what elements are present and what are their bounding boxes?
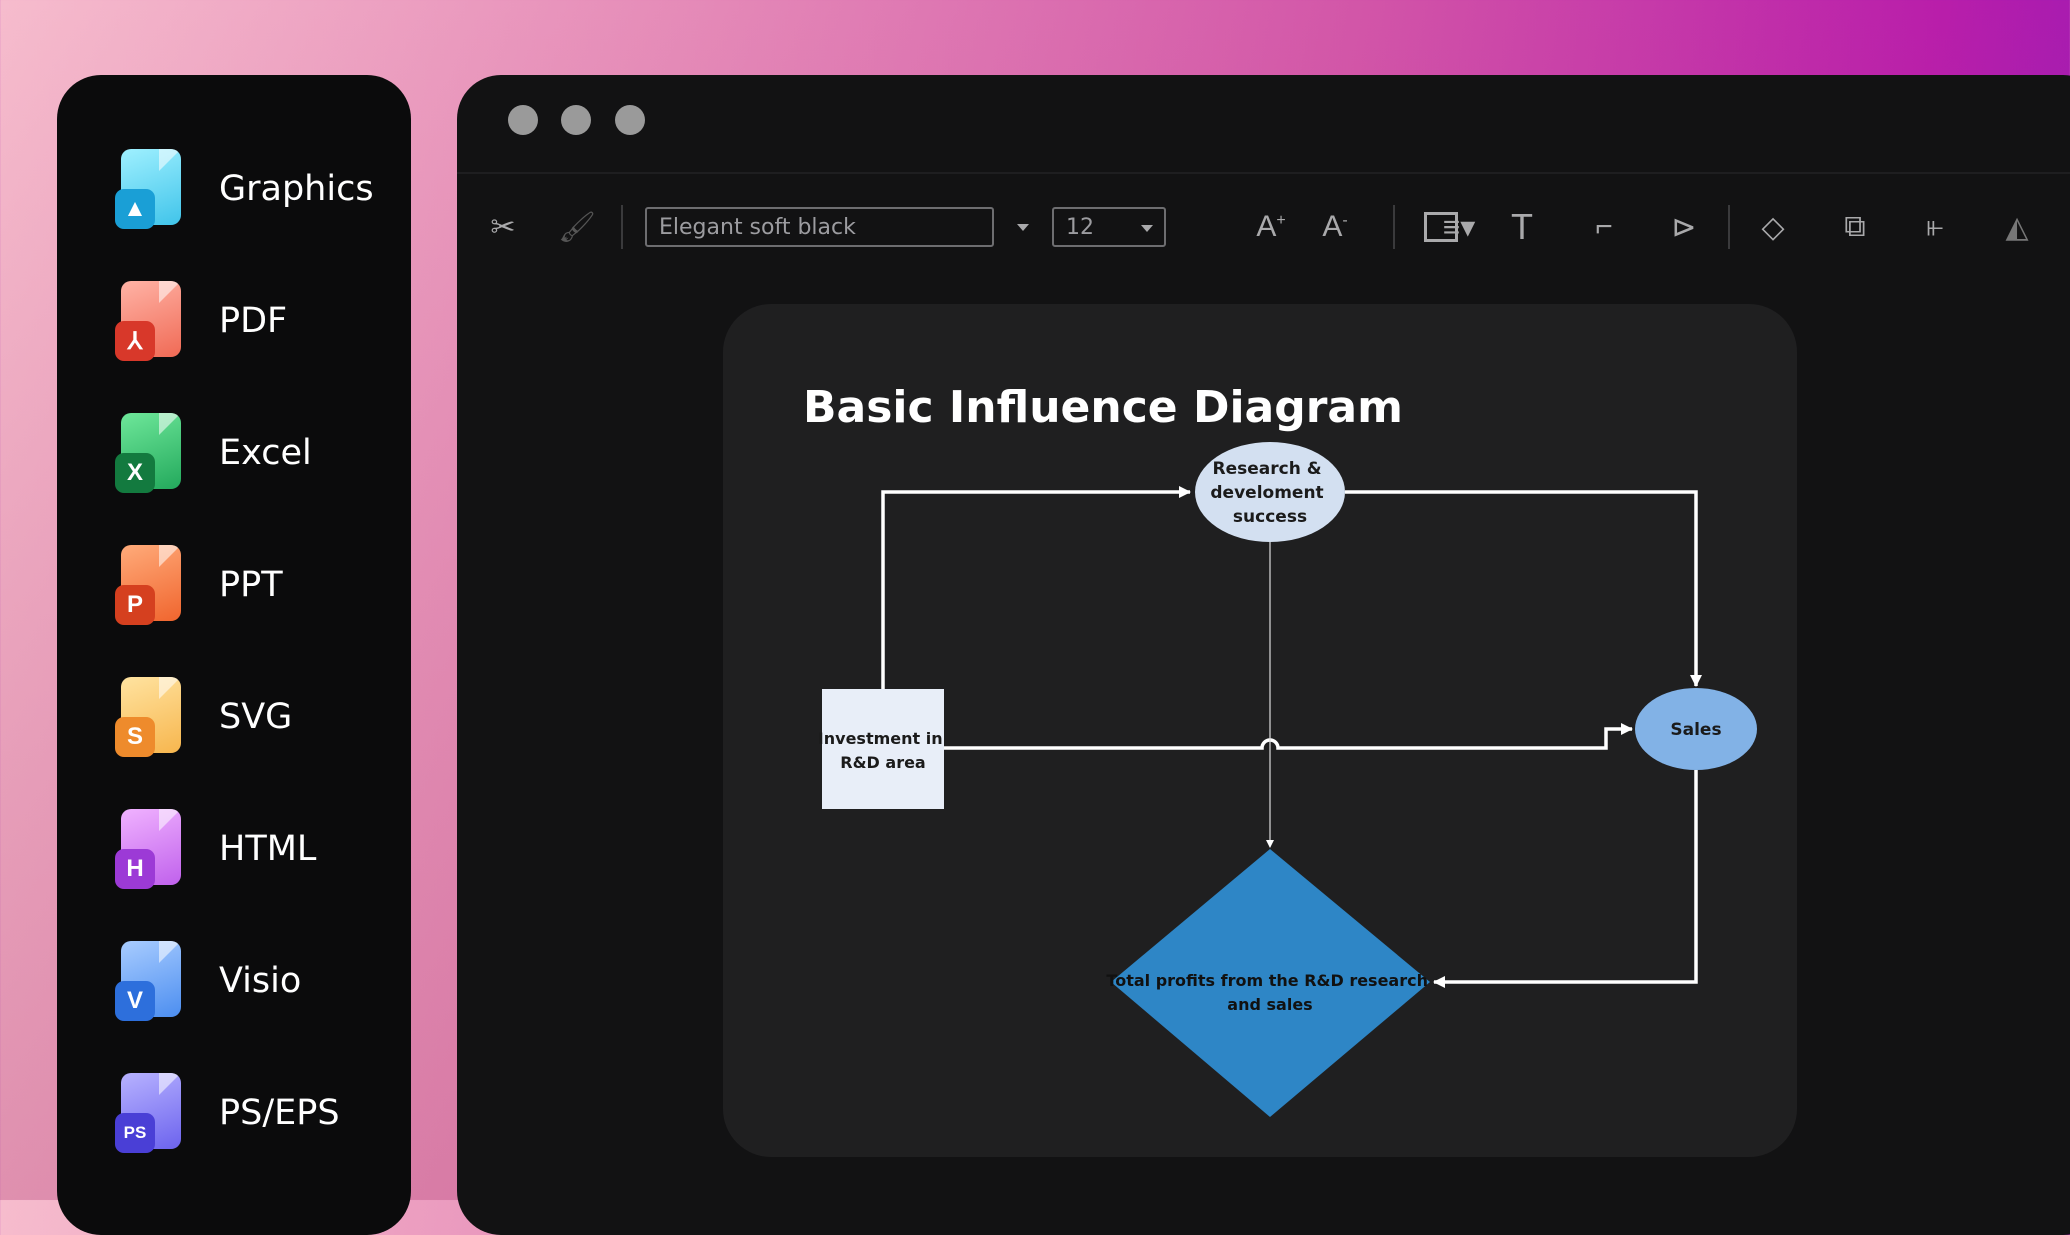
edge-sales-to-profits — [1433, 770, 1698, 988]
edge-investment-to-sales — [944, 723, 1633, 750]
influence-diagram: Basic Influence Diagram Research & devel… — [803, 382, 1757, 1117]
diagram-title: Basic Influence Diagram — [803, 382, 1403, 433]
node-sales-label: Sales — [1670, 720, 1721, 740]
edge-rd-to-sales — [1345, 490, 1702, 687]
edge-investment-to-rd — [881, 486, 1191, 689]
node-investment[interactable] — [822, 689, 944, 809]
